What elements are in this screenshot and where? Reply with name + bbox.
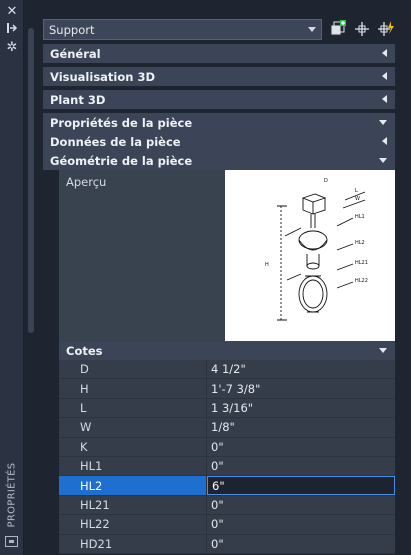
label-hl1: HL1 bbox=[355, 214, 365, 220]
object-selector-row: Support bbox=[41, 16, 395, 42]
toggle-pickadd-icon[interactable] bbox=[329, 18, 347, 38]
palette-title: PROPRIÉTÉS bbox=[6, 462, 18, 528]
close-icon[interactable]: ✕ bbox=[4, 4, 20, 20]
table-row[interactable]: W 1/8" bbox=[59, 418, 395, 438]
table-row[interactable]: HL21 0" bbox=[59, 495, 395, 516]
preview-label: Aperçu bbox=[66, 175, 107, 189]
properties-icon[interactable] bbox=[5, 536, 18, 547]
quick-select-icon[interactable] bbox=[377, 20, 395, 38]
object-type-value: Support bbox=[49, 22, 95, 37]
chevron-down-icon bbox=[379, 348, 387, 353]
table-row[interactable]: L 1 3/16" bbox=[59, 398, 395, 419]
chevron-left-icon bbox=[382, 95, 387, 103]
chevron-down-icon bbox=[308, 27, 316, 32]
object-type-select[interactable]: Support bbox=[43, 19, 322, 40]
palette-title-strip: ✕ ✲ PROPRIÉTÉS bbox=[0, 0, 24, 555]
section-cotes[interactable]: Cotes bbox=[59, 341, 395, 360]
select-objects-icon[interactable] bbox=[353, 20, 371, 38]
pin-icon[interactable] bbox=[4, 22, 20, 38]
section-general[interactable]: Général bbox=[43, 44, 395, 63]
label-hl22: HL22 bbox=[355, 278, 368, 284]
label-hl21: HL21 bbox=[355, 260, 368, 266]
section-proprietes-piece[interactable]: Propriétés de la pièce bbox=[43, 113, 395, 132]
table-row[interactable]: H 1'-7 3/8" bbox=[59, 379, 395, 399]
chevron-left-icon bbox=[382, 137, 387, 145]
label-l: L bbox=[355, 188, 358, 194]
support-preview-image: D L W H HL1 HL2 HL21 HL22 bbox=[225, 170, 395, 342]
properties-panel: Support Général Visualisation 3D Plant 3… bbox=[41, 16, 395, 554]
label-hl2: HL2 bbox=[355, 240, 365, 246]
cotes-table: D 4 1/2" H 1'-7 3/8" L 1 3/16" W 1/8" K … bbox=[59, 360, 395, 554]
table-row[interactable]: HD21 0" bbox=[59, 534, 395, 554]
chevron-down-icon bbox=[379, 158, 387, 163]
gear-icon[interactable]: ✲ bbox=[4, 40, 20, 56]
section-donnees-piece[interactable]: Données de la pièce bbox=[43, 132, 395, 151]
vertical-scrollbar[interactable] bbox=[28, 28, 34, 333]
table-row[interactable]: HL22 0" bbox=[59, 515, 395, 535]
table-row[interactable]: K 0" bbox=[59, 437, 395, 457]
chevron-left-icon bbox=[382, 49, 387, 57]
label-w: W bbox=[355, 196, 360, 202]
section-visualisation-3d[interactable]: Visualisation 3D bbox=[43, 67, 395, 86]
preview-row: Aperçu D L W H HL1 HL2 HL21 HL22 bbox=[59, 170, 395, 342]
label-d: D bbox=[324, 178, 328, 184]
chevron-down-icon bbox=[379, 120, 387, 125]
hl2-value-input[interactable]: 6" bbox=[207, 476, 395, 495]
section-plant-3d[interactable]: Plant 3D bbox=[43, 90, 395, 109]
table-row-selected[interactable]: HL2 6" bbox=[59, 476, 395, 496]
chevron-left-icon bbox=[382, 72, 387, 80]
section-geometrie-piece[interactable]: Géométrie de la pièce bbox=[43, 151, 395, 170]
table-row[interactable]: HL1 0" bbox=[59, 456, 395, 477]
label-h: H bbox=[265, 262, 269, 268]
table-row[interactable]: D 4 1/2" bbox=[59, 360, 395, 380]
